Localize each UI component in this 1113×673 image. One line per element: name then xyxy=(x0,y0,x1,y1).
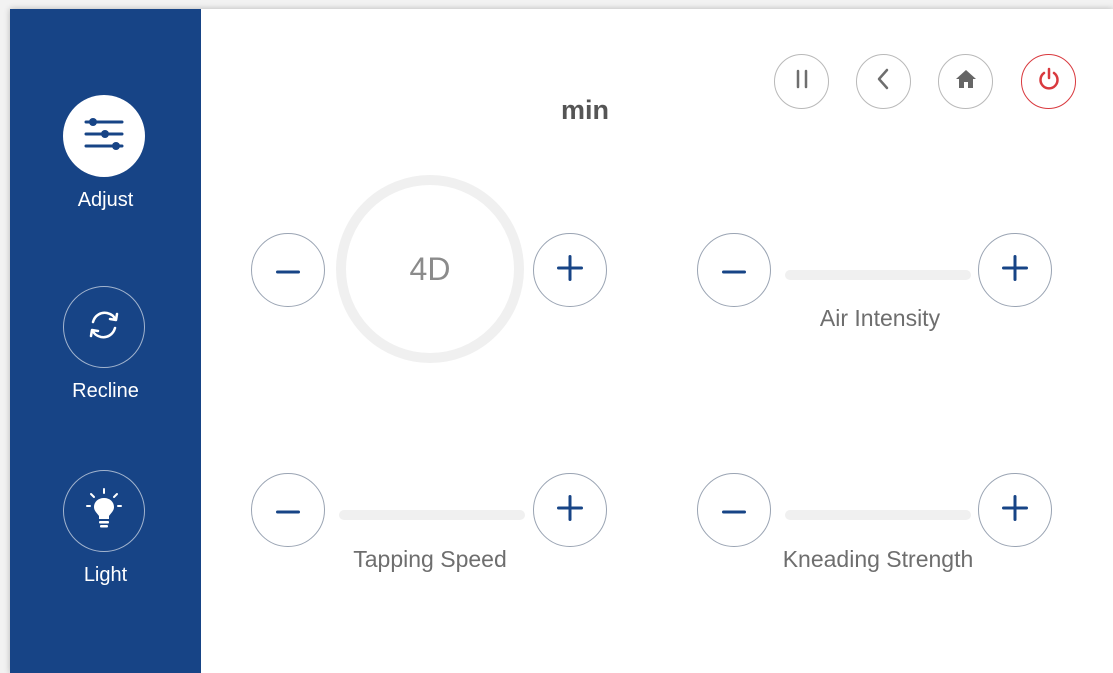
tapping-speed-label: Tapping Speed xyxy=(353,546,507,572)
kneading-strength-label: Kneading Strength xyxy=(782,546,974,572)
tapping-speed-decrease-button[interactable] xyxy=(251,473,325,547)
plus-icon xyxy=(557,254,583,286)
sync-arrows-icon xyxy=(84,305,124,350)
sidebar-item-recline[interactable]: Recline xyxy=(10,286,201,416)
lightbulb-icon xyxy=(84,487,124,536)
sidebar-item-label: Recline xyxy=(72,380,139,402)
kneading-strength-track[interactable] xyxy=(785,510,971,520)
tapping-speed-increase-button[interactable] xyxy=(533,473,607,547)
sidebar: Adjust Recline Light xyxy=(10,9,201,673)
tapping-speed-track[interactable] xyxy=(339,510,525,520)
kneading-strength-increase-button[interactable] xyxy=(978,473,1052,547)
mode-increase-button[interactable] xyxy=(533,233,607,307)
minus-icon xyxy=(722,501,746,519)
minus-icon xyxy=(722,261,746,279)
sliders-icon xyxy=(83,116,125,157)
plus-icon xyxy=(1002,254,1028,286)
sidebar-item-recline-circle xyxy=(63,286,145,368)
air-intensity-decrease-button[interactable] xyxy=(697,233,771,307)
mode-decrease-button[interactable] xyxy=(251,233,325,307)
kneading-strength-decrease-button[interactable] xyxy=(697,473,771,547)
pause-button[interactable] xyxy=(774,54,829,109)
power-icon xyxy=(1037,67,1061,96)
chevron-left-icon xyxy=(874,67,894,96)
sidebar-item-light[interactable]: Light xyxy=(10,470,201,600)
home-icon xyxy=(955,69,977,94)
sidebar-item-adjust[interactable]: Adjust xyxy=(10,95,201,225)
minus-icon xyxy=(276,261,300,279)
minus-icon xyxy=(276,501,300,519)
air-intensity-increase-button[interactable] xyxy=(978,233,1052,307)
plus-icon xyxy=(1002,494,1028,526)
air-intensity-track[interactable] xyxy=(785,270,971,280)
pause-icon xyxy=(792,68,812,95)
app-window: Adjust Recline Light min 4D Air Intensit… xyxy=(10,9,1113,673)
mode-value: 4D xyxy=(409,250,451,287)
home-button[interactable] xyxy=(938,54,993,109)
sidebar-item-adjust-circle xyxy=(63,95,145,177)
timer-unit-label: min xyxy=(560,95,609,125)
sidebar-item-label: Adjust xyxy=(77,189,134,211)
power-button[interactable] xyxy=(1021,54,1076,109)
sidebar-item-label: Light xyxy=(83,564,128,586)
air-intensity-label: Air Intensity xyxy=(819,305,941,331)
back-button[interactable] xyxy=(856,54,911,109)
plus-icon xyxy=(557,494,583,526)
sidebar-item-light-circle xyxy=(63,470,145,552)
mode-dial: 4D xyxy=(336,175,524,363)
